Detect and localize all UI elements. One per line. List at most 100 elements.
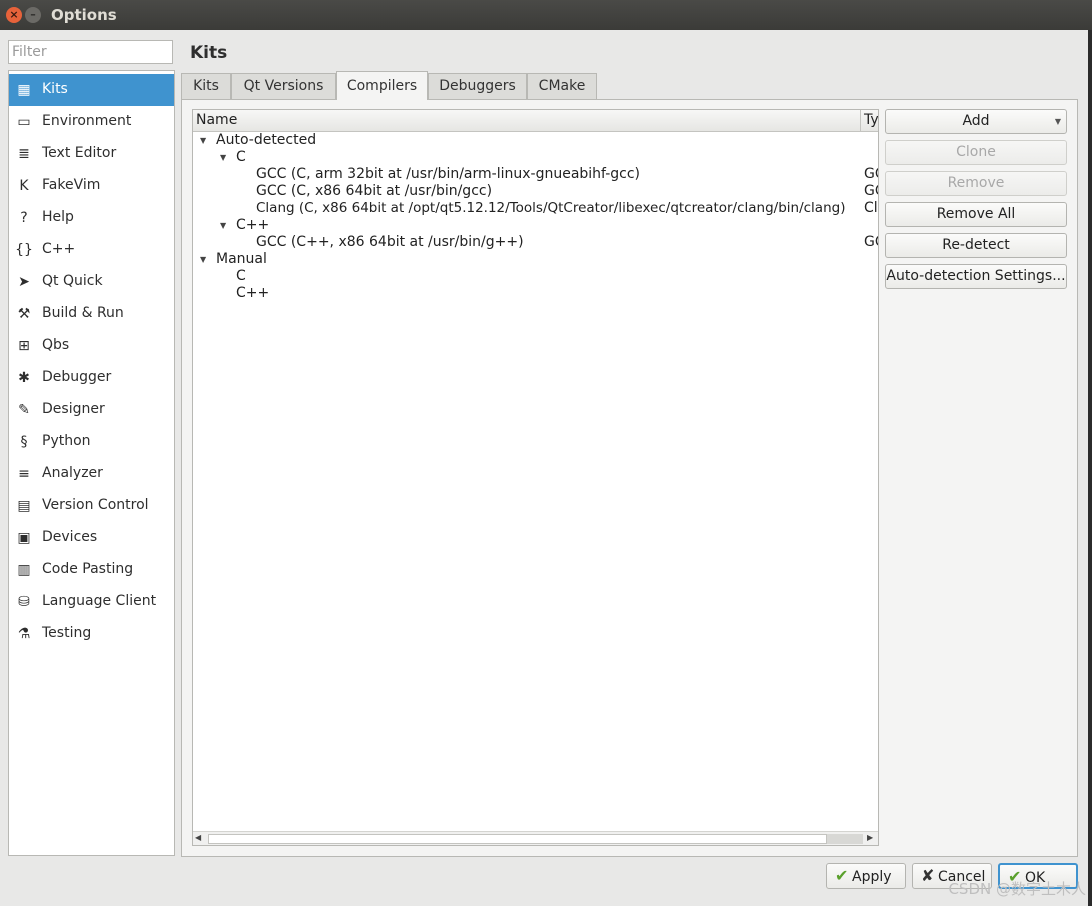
- category-item-cpp[interactable]: {} C++: [9, 234, 174, 266]
- analyzer-icon: ≡: [18, 466, 30, 482]
- tree-row-type: GC: [864, 183, 878, 199]
- tree-row[interactable]: ▼ C: [193, 149, 878, 166]
- category-item-version-control[interactable]: ▤ Version Control: [9, 490, 174, 522]
- category-label: Text Editor: [42, 145, 117, 161]
- add-button[interactable]: Add ▼: [885, 109, 1067, 134]
- tree-row-text: Auto-detected: [216, 132, 317, 148]
- clone-button[interactable]: Clone: [885, 140, 1067, 165]
- tree-row[interactable]: GCC (C, x86 64bit at /usr/bin/gcc) GC: [193, 183, 878, 200]
- tree-row-text: Clang (C, x86 64bit at /opt/qt5.12.12/To…: [256, 200, 846, 216]
- horizontal-scrollbar[interactable]: ◀ ▶: [193, 831, 878, 845]
- category-item-build-run[interactable]: ⚒ Build & Run: [9, 298, 174, 330]
- column-header-name[interactable]: Name: [196, 112, 237, 128]
- category-label: Qt Quick: [42, 273, 103, 289]
- tree-row-text: GCC (C, x86 64bit at /usr/bin/gcc): [256, 183, 493, 199]
- re-detect-button[interactable]: Re-detect: [885, 233, 1067, 258]
- tree-row-text: C++: [236, 217, 270, 233]
- window-minimize-button[interactable]: –: [25, 7, 41, 23]
- category-label: Language Client: [42, 593, 157, 609]
- category-item-devices[interactable]: ▣ Devices: [9, 522, 174, 554]
- auto-detection-settings-button[interactable]: Auto-detection Settings...: [885, 264, 1067, 289]
- watermark: CSDN @数字土木人: [948, 880, 1086, 898]
- category-label: Version Control: [42, 497, 149, 513]
- tree-row[interactable]: ▼ Manual: [193, 251, 878, 268]
- cross-icon: ✘: [921, 866, 935, 885]
- category-list: ▦ Kits ▭ Environment ≣ Text Editor K Fak…: [8, 70, 175, 856]
- category-item-fakevim[interactable]: K FakeVim: [9, 170, 174, 202]
- tab-debuggers[interactable]: Debuggers: [428, 73, 527, 99]
- version-control-icon: ▤: [17, 498, 31, 514]
- help-icon: ?: [20, 210, 28, 226]
- monitor-icon: ▭: [17, 114, 31, 130]
- category-label: Code Pasting: [42, 561, 134, 577]
- category-item-language-client[interactable]: ⛁ Language Client: [9, 586, 174, 618]
- apply-button[interactable]: ✔ Apply: [826, 863, 906, 889]
- braces-icon: {}: [15, 242, 33, 258]
- category-item-analyzer[interactable]: ≡ Analyzer: [9, 458, 174, 490]
- tree-row[interactable]: GCC (C++, x86 64bit at /usr/bin/g++) GC: [193, 234, 878, 251]
- window-edge: [1088, 30, 1092, 906]
- pencil-icon: ✎: [18, 402, 30, 418]
- flask-icon: ⚗: [17, 626, 31, 642]
- category-label: Designer: [42, 401, 105, 417]
- category-label: Python: [42, 433, 91, 449]
- scroll-thumb[interactable]: [208, 834, 827, 844]
- remove-all-button[interactable]: Remove All: [885, 202, 1067, 227]
- tree-row[interactable]: C++: [193, 285, 878, 302]
- category-label: Testing: [42, 625, 92, 641]
- scroll-left-arrow-icon[interactable]: ◀: [195, 833, 201, 842]
- tree-row-type: GC: [864, 166, 878, 182]
- window-close-button[interactable]: ×: [6, 7, 22, 23]
- category-item-qt-quick[interactable]: ➤ Qt Quick: [9, 266, 174, 298]
- column-separator[interactable]: [860, 110, 861, 131]
- python-icon: §: [20, 434, 28, 450]
- tree-row-text: Manual: [216, 251, 267, 267]
- tree-row-text: C++: [236, 285, 270, 301]
- tree-row-text: GCC (C++, x86 64bit at /usr/bin/g++): [256, 234, 524, 250]
- fakevim-icon: K: [19, 178, 29, 194]
- category-label: Environment: [42, 113, 132, 129]
- tab-kits[interactable]: Kits: [181, 73, 231, 99]
- tree-header: Name Ty: [193, 110, 878, 132]
- expand-arrow-icon[interactable]: ▼: [220, 217, 226, 234]
- category-item-testing[interactable]: ⚗ Testing: [9, 618, 174, 650]
- scroll-right-arrow-icon[interactable]: ▶: [867, 833, 873, 842]
- tree-row-text: C: [236, 149, 246, 165]
- category-item-help[interactable]: ? Help: [9, 202, 174, 234]
- category-label: Kits: [42, 81, 68, 97]
- category-label: Analyzer: [42, 465, 103, 481]
- category-item-debugger[interactable]: ✱ Debugger: [9, 362, 174, 394]
- category-label: FakeVim: [42, 177, 101, 193]
- tree-row[interactable]: C: [193, 268, 878, 285]
- tab-compilers[interactable]: Compilers: [336, 71, 428, 100]
- tree-row[interactable]: GCC (C, arm 32bit at /usr/bin/arm-linux-…: [193, 166, 878, 183]
- tree-row[interactable]: Clang (C, x86 64bit at /opt/qt5.12.12/To…: [193, 200, 878, 217]
- column-header-type[interactable]: Ty: [864, 112, 878, 128]
- expand-arrow-icon[interactable]: ▼: [200, 132, 206, 149]
- category-item-environment[interactable]: ▭ Environment: [9, 106, 174, 138]
- category-label: Build & Run: [42, 305, 124, 321]
- category-item-code-pasting[interactable]: ▥ Code Pasting: [9, 554, 174, 586]
- clipboard-icon: ▥: [17, 562, 31, 578]
- paper-plane-icon: ➤: [18, 274, 30, 290]
- tab-qt-versions[interactable]: Qt Versions: [231, 73, 336, 99]
- tree-row[interactable]: ▼ C++: [193, 217, 878, 234]
- category-item-python[interactable]: § Python: [9, 426, 174, 458]
- expand-arrow-icon[interactable]: ▼: [200, 251, 206, 268]
- tab-cmake[interactable]: CMake: [527, 73, 597, 99]
- tree-row[interactable]: ▼ Auto-detected: [193, 132, 878, 149]
- remove-button[interactable]: Remove: [885, 171, 1067, 196]
- add-button-label: Add: [962, 113, 990, 129]
- category-item-text-editor[interactable]: ≣ Text Editor: [9, 138, 174, 170]
- checkmark-icon: ✔: [835, 866, 849, 885]
- tree-row-text: GCC (C, arm 32bit at /usr/bin/arm-linux-…: [256, 166, 641, 182]
- category-item-designer[interactable]: ✎ Designer: [9, 394, 174, 426]
- category-item-qbs[interactable]: ⊞ Qbs: [9, 330, 174, 362]
- scroll-track[interactable]: [827, 834, 863, 844]
- apply-button-label: Apply: [852, 869, 892, 885]
- category-label: C++: [42, 241, 76, 257]
- filter-input[interactable]: [8, 40, 173, 64]
- page-title: Kits: [190, 43, 228, 63]
- category-item-kits[interactable]: ▦ Kits: [9, 74, 174, 106]
- expand-arrow-icon[interactable]: ▼: [220, 149, 226, 166]
